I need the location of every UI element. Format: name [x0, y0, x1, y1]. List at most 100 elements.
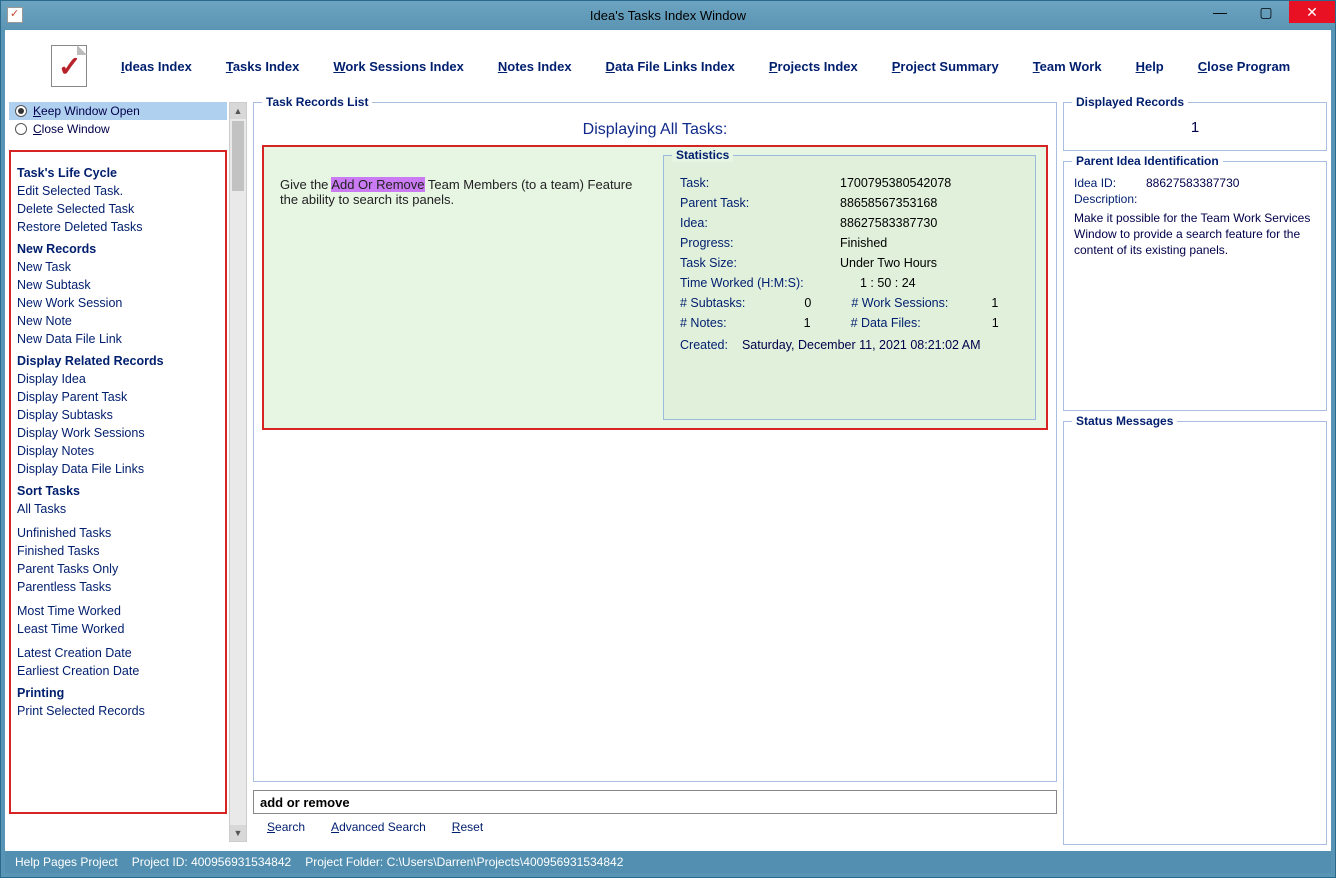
- sidebar-new-task[interactable]: New Task: [17, 258, 219, 276]
- stat-created-label: Created:: [680, 338, 728, 352]
- sidebar-display-subtasks[interactable]: Display Subtasks: [17, 406, 219, 424]
- statistics-panel: Statistics Task:1700795380542078 Parent …: [663, 155, 1036, 420]
- idea-id-value: 88627583387730: [1146, 176, 1239, 190]
- sidebar-edit-selected-task[interactable]: Edit Selected Task.: [17, 182, 219, 200]
- sidebar-display-work-sessions[interactable]: Display Work Sessions: [17, 424, 219, 442]
- stat-idea-value: 88627583387730: [840, 216, 937, 230]
- sidebar-sort-most-time[interactable]: Most Time Worked: [17, 602, 219, 620]
- sidebar-display-parent-task[interactable]: Display Parent Task: [17, 388, 219, 406]
- sidebar-head-display-related: Display Related Records: [17, 354, 219, 368]
- sidebar-display-data-file-links[interactable]: Display Data File Links: [17, 460, 219, 478]
- records-legend: Task Records List: [262, 95, 372, 109]
- radio-icon: [15, 123, 27, 135]
- search-input[interactable]: [253, 790, 1057, 814]
- menu-work-sessions-index[interactable]: Work Sessions Index: [333, 59, 464, 74]
- scroll-thumb[interactable]: [232, 121, 244, 191]
- sidebar-restore-deleted-tasks[interactable]: Restore Deleted Tasks: [17, 218, 219, 236]
- task-card[interactable]: Give the Add Or Remove Team Members (to …: [262, 145, 1048, 430]
- parent-idea-legend: Parent Idea Identification: [1072, 154, 1223, 168]
- sidebar-sort-least-time[interactable]: Least Time Worked: [17, 620, 219, 638]
- status-messages-panel: Status Messages: [1063, 421, 1327, 845]
- sidebar-new-note[interactable]: New Note: [17, 312, 219, 330]
- sidebar-scrollbar[interactable]: ▲ ▼: [229, 102, 247, 842]
- scroll-down-icon[interactable]: ▼: [230, 825, 246, 841]
- menu-data-file-links-index[interactable]: Data File Links Index: [606, 59, 735, 74]
- displayed-records-panel: Displayed Records 1: [1063, 102, 1327, 151]
- minimize-button[interactable]: —: [1197, 1, 1243, 23]
- stat-notes-value: 1: [791, 316, 811, 330]
- maximize-button[interactable]: ▢: [1243, 1, 1289, 23]
- sidebar-sort-earliest-date[interactable]: Earliest Creation Date: [17, 662, 219, 680]
- sidebar-sort-parentless[interactable]: Parentless Tasks: [17, 578, 219, 596]
- records-title: Displaying All Tasks:: [254, 121, 1056, 139]
- status-project-folder: Project Folder: C:\Users\Darren\Projects…: [305, 855, 623, 869]
- stat-task-value: 1700795380542078: [840, 176, 951, 190]
- menubar: Ideas Index Tasks Index Work Sessions In…: [5, 30, 1331, 102]
- stat-parent-label: Parent Task:: [680, 196, 840, 210]
- stat-size-value: Under Two Hours: [840, 256, 937, 270]
- sidebar-new-data-file-link[interactable]: New Data File Link: [17, 330, 219, 348]
- scroll-up-icon[interactable]: ▲: [230, 103, 246, 119]
- statistics-legend: Statistics: [672, 148, 733, 162]
- stat-time-value: 1 : 50 : 24: [860, 276, 916, 290]
- close-button[interactable]: ✕: [1289, 1, 1335, 23]
- reset-button[interactable]: Reset: [452, 820, 483, 834]
- sidebar-new-subtask[interactable]: New Subtask: [17, 276, 219, 294]
- stat-worksessions-label: # Work Sessions:: [851, 296, 948, 310]
- menu-ideas-index[interactable]: Ideas Index: [121, 59, 192, 74]
- stat-subtasks-label: # Subtasks:: [680, 296, 745, 310]
- menu-notes-index[interactable]: Notes Index: [498, 59, 572, 74]
- sidebar-sort-latest-date[interactable]: Latest Creation Date: [17, 644, 219, 662]
- stat-subtasks-value: 0: [791, 296, 811, 310]
- stat-datafiles-value: 1: [979, 316, 999, 330]
- displayed-records-legend: Displayed Records: [1072, 95, 1188, 109]
- displayed-records-count: 1: [1074, 115, 1316, 140]
- search-button[interactable]: Search: [267, 820, 305, 834]
- statusbar: Help Pages Project Project ID: 400956931…: [5, 851, 1331, 873]
- menu-close-program[interactable]: Close Program: [1198, 59, 1290, 74]
- radio-icon: [15, 105, 27, 117]
- sidebar-groups: Task's Life Cycle Edit Selected Task. De…: [9, 150, 227, 814]
- menu-team-work[interactable]: Team Work: [1033, 59, 1102, 74]
- sidebar-print-selected[interactable]: Print Selected Records: [17, 702, 219, 720]
- stat-created-value: Saturday, December 11, 2021 08:21:02 AM: [742, 338, 981, 352]
- stat-worksessions-value: 1: [978, 296, 998, 310]
- sidebar-new-work-session[interactable]: New Work Session: [17, 294, 219, 312]
- sidebar-display-notes[interactable]: Display Notes: [17, 442, 219, 460]
- radio-keep-window-open[interactable]: Keep Window Open: [9, 102, 227, 120]
- window-controls: — ▢ ✕: [1197, 1, 1335, 23]
- status-messages-legend: Status Messages: [1072, 414, 1177, 428]
- task-records-list: Task Records List Displaying All Tasks: …: [253, 102, 1057, 782]
- advanced-search-button[interactable]: Advanced Search: [331, 820, 426, 834]
- menu-help[interactable]: Help: [1136, 59, 1164, 74]
- document-check-icon[interactable]: [51, 45, 87, 87]
- status-help-pages[interactable]: Help Pages Project: [15, 855, 118, 869]
- sidebar-delete-selected-task[interactable]: Delete Selected Task: [17, 200, 219, 218]
- sidebar: Keep Window Open Close Window Task's Lif…: [9, 102, 229, 845]
- radio-close-window[interactable]: Close Window: [9, 120, 227, 138]
- sidebar-sort-all-tasks[interactable]: All Tasks: [17, 500, 219, 518]
- search-highlight: Add Or Remove: [331, 177, 424, 192]
- menu-projects-index[interactable]: Projects Index: [769, 59, 858, 74]
- sidebar-display-idea[interactable]: Display Idea: [17, 370, 219, 388]
- idea-desc-value: Make it possible for the Team Work Servi…: [1074, 210, 1316, 259]
- sidebar-sort-parent-only[interactable]: Parent Tasks Only: [17, 560, 219, 578]
- stat-progress-label: Progress:: [680, 236, 840, 250]
- status-project-id: Project ID: 400956931534842: [132, 855, 291, 869]
- stat-parent-value: 88658567353168: [840, 196, 937, 210]
- window-body: Ideas Index Tasks Index Work Sessions In…: [5, 30, 1331, 873]
- idea-desc-label: Description:: [1074, 192, 1134, 206]
- stat-idea-label: Idea:: [680, 216, 840, 230]
- titlebar: Idea's Tasks Index Window — ▢ ✕: [1, 1, 1335, 29]
- stat-datafiles-label: # Data Files:: [851, 316, 921, 330]
- parent-idea-panel: Parent Idea Identification Idea ID:88627…: [1063, 161, 1327, 411]
- stat-size-label: Task Size:: [680, 256, 840, 270]
- menu-project-summary[interactable]: Project Summary: [892, 59, 999, 74]
- stat-progress-value: Finished: [840, 236, 887, 250]
- sidebar-sort-unfinished[interactable]: Unfinished Tasks: [17, 524, 219, 542]
- sidebar-sort-finished[interactable]: Finished Tasks: [17, 542, 219, 560]
- menu-tasks-index[interactable]: Tasks Index: [226, 59, 299, 74]
- stat-task-label: Task:: [680, 176, 840, 190]
- stat-notes-label: # Notes:: [680, 316, 727, 330]
- sidebar-head-life-cycle: Task's Life Cycle: [17, 166, 219, 180]
